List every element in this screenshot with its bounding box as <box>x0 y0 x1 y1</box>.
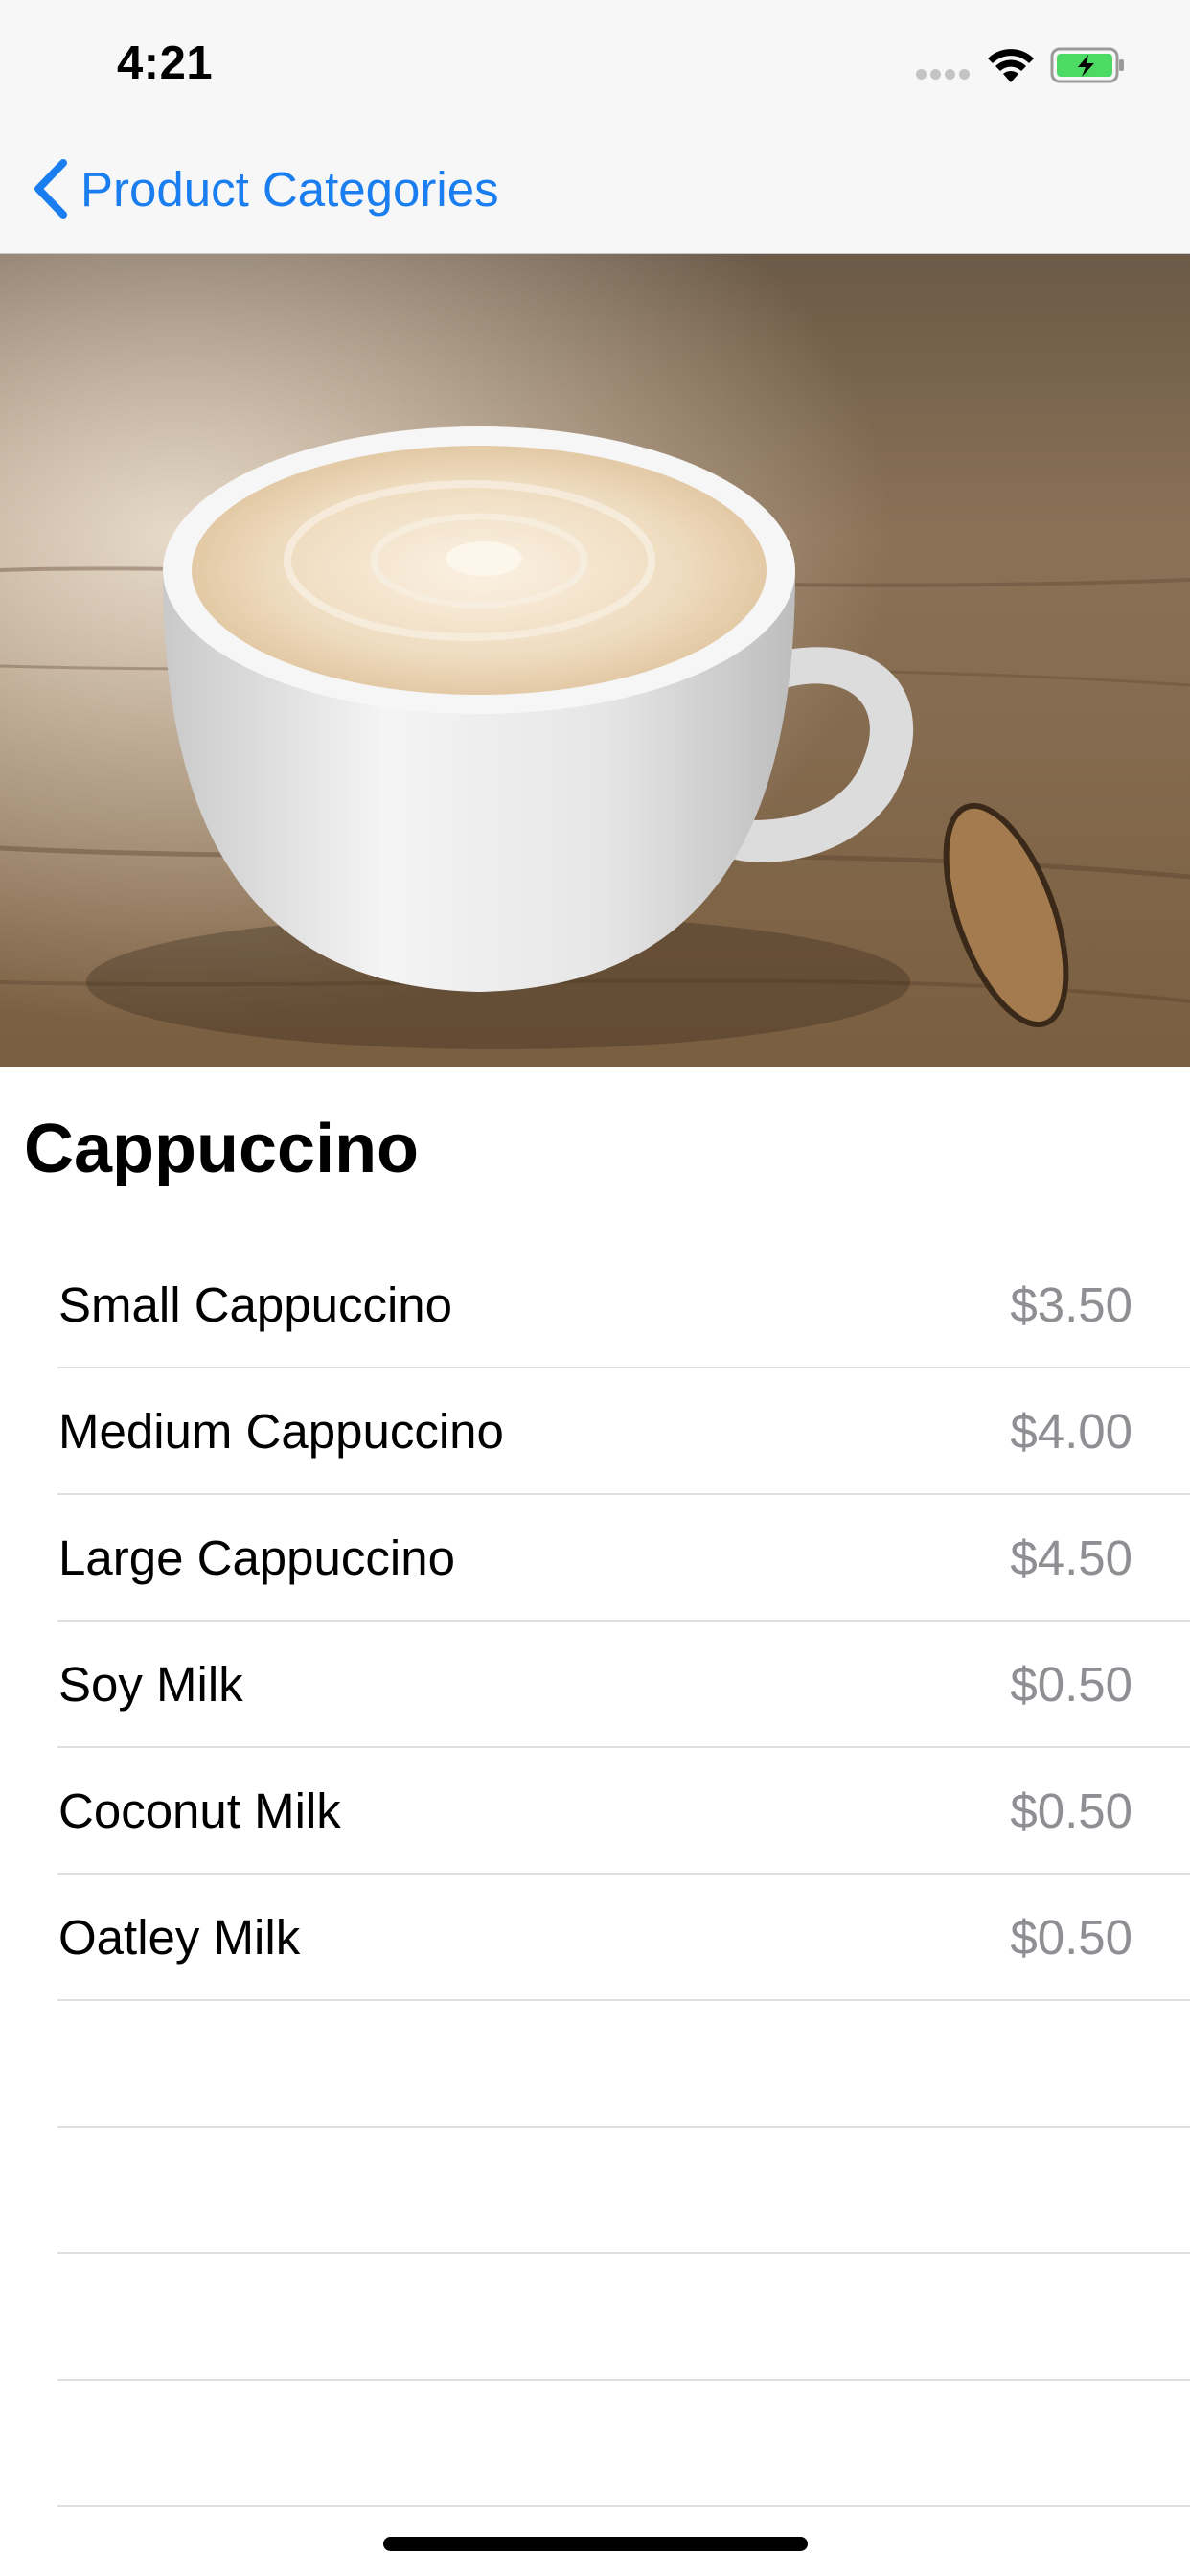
option-price: $0.50 <box>1010 1783 1133 1838</box>
option-name: Small Cappuccino <box>58 1277 453 1332</box>
cappuccino-cup-photo <box>0 254 1190 1067</box>
navigation-bar: Product Categories <box>0 126 1190 254</box>
list-item[interactable]: Oatley Milk $0.50 <box>0 1874 1190 2001</box>
option-name: Coconut Milk <box>58 1783 341 1838</box>
option-name: Oatley Milk <box>58 1910 301 1965</box>
empty-list-row <box>0 2001 1190 2128</box>
option-name: Soy Milk <box>58 1657 243 1712</box>
list-item[interactable]: Medium Cappuccino $4.00 <box>0 1368 1190 1495</box>
option-price: $4.00 <box>1010 1404 1133 1459</box>
status-time: 4:21 <box>117 37 214 89</box>
list-item[interactable]: Large Cappuccino $4.50 <box>0 1495 1190 1622</box>
list-item[interactable]: Coconut Milk $0.50 <box>0 1748 1190 1874</box>
product-title: Cappuccino <box>24 1111 420 1187</box>
options-list: Small Cappuccino $3.50 Medium Cappuccino… <box>0 1242 1190 2507</box>
option-price: $3.50 <box>1010 1277 1133 1332</box>
empty-list-row <box>0 2128 1190 2254</box>
list-item[interactable]: Small Cappuccino $3.50 <box>0 1242 1190 1368</box>
home-indicator[interactable] <box>383 2537 808 2551</box>
wifi-icon <box>988 49 1034 82</box>
option-price: $0.50 <box>1010 1657 1133 1712</box>
list-item[interactable]: Soy Milk $0.50 <box>0 1622 1190 1748</box>
empty-list-row <box>0 2254 1190 2380</box>
empty-list-row <box>0 2380 1190 2507</box>
back-button-label: Product Categories <box>80 161 499 217</box>
option-price: $0.50 <box>1010 1910 1133 1965</box>
option-price: $4.50 <box>1010 1530 1133 1585</box>
option-name: Large Cappuccino <box>58 1530 455 1585</box>
chevron-left-icon <box>34 159 67 218</box>
option-name: Medium Cappuccino <box>58 1404 504 1459</box>
cellular-signal-icon <box>916 69 972 80</box>
back-button[interactable]: Product Categories <box>29 155 499 222</box>
status-bar: 4:21 <box>0 0 1190 126</box>
battery-charging-icon <box>1050 47 1124 83</box>
